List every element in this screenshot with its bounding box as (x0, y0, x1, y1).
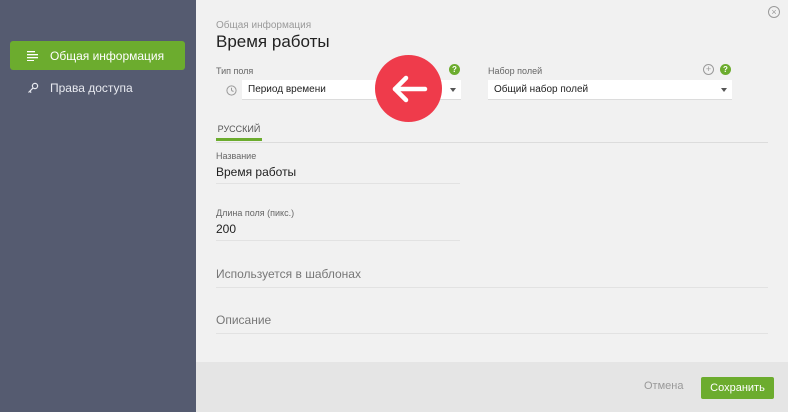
footer-bar: Отмена Сохранить (196, 362, 788, 412)
page-title: Время работы (216, 32, 330, 51)
add-field-set-icon[interactable]: + (703, 64, 714, 75)
description-field[interactable]: Описание (216, 313, 768, 334)
clock-icon (226, 85, 237, 96)
arrow-left-annotation-icon (375, 55, 442, 122)
templates-field[interactable]: Используется в шаблонах (216, 267, 768, 288)
chevron-down-icon (721, 88, 727, 92)
sidebar: Общая информация Права доступа (0, 0, 196, 412)
cancel-button[interactable]: Отмена (644, 380, 683, 392)
sidebar-item-access-rights[interactable]: Права доступа (10, 73, 185, 102)
close-icon[interactable]: × (768, 6, 780, 18)
main-panel: × Общая информация Время работы Тип поля… (196, 0, 788, 412)
field-type-value: Период времени (248, 84, 326, 95)
field-set-value: Общий набор полей (494, 84, 589, 95)
tab-divider (216, 142, 768, 143)
field-type-label: Тип поля (216, 66, 254, 76)
sidebar-item-label: Права доступа (50, 80, 133, 95)
field-set-help-icon[interactable]: ? (720, 64, 731, 75)
name-label: Название (216, 151, 257, 161)
name-input[interactable]: Время работы (216, 165, 460, 184)
sidebar-item-label: Общая информация (50, 48, 165, 63)
field-type-help-icon[interactable]: ? (449, 64, 460, 75)
save-button[interactable]: Сохранить (701, 377, 774, 399)
length-input[interactable]: 200 (216, 222, 460, 241)
breadcrumb: Общая информация (216, 20, 312, 31)
field-set-label: Набор полей (488, 66, 543, 76)
key-icon (26, 81, 40, 95)
field-set-select[interactable]: Общий набор полей (488, 80, 732, 100)
chevron-down-icon (450, 88, 456, 92)
list-lines-icon (26, 49, 40, 63)
tab-russian[interactable]: РУССКИЙ (216, 124, 262, 141)
length-label: Длина поля (пикс.) (216, 208, 295, 218)
sidebar-item-general-info[interactable]: Общая информация (10, 41, 185, 70)
